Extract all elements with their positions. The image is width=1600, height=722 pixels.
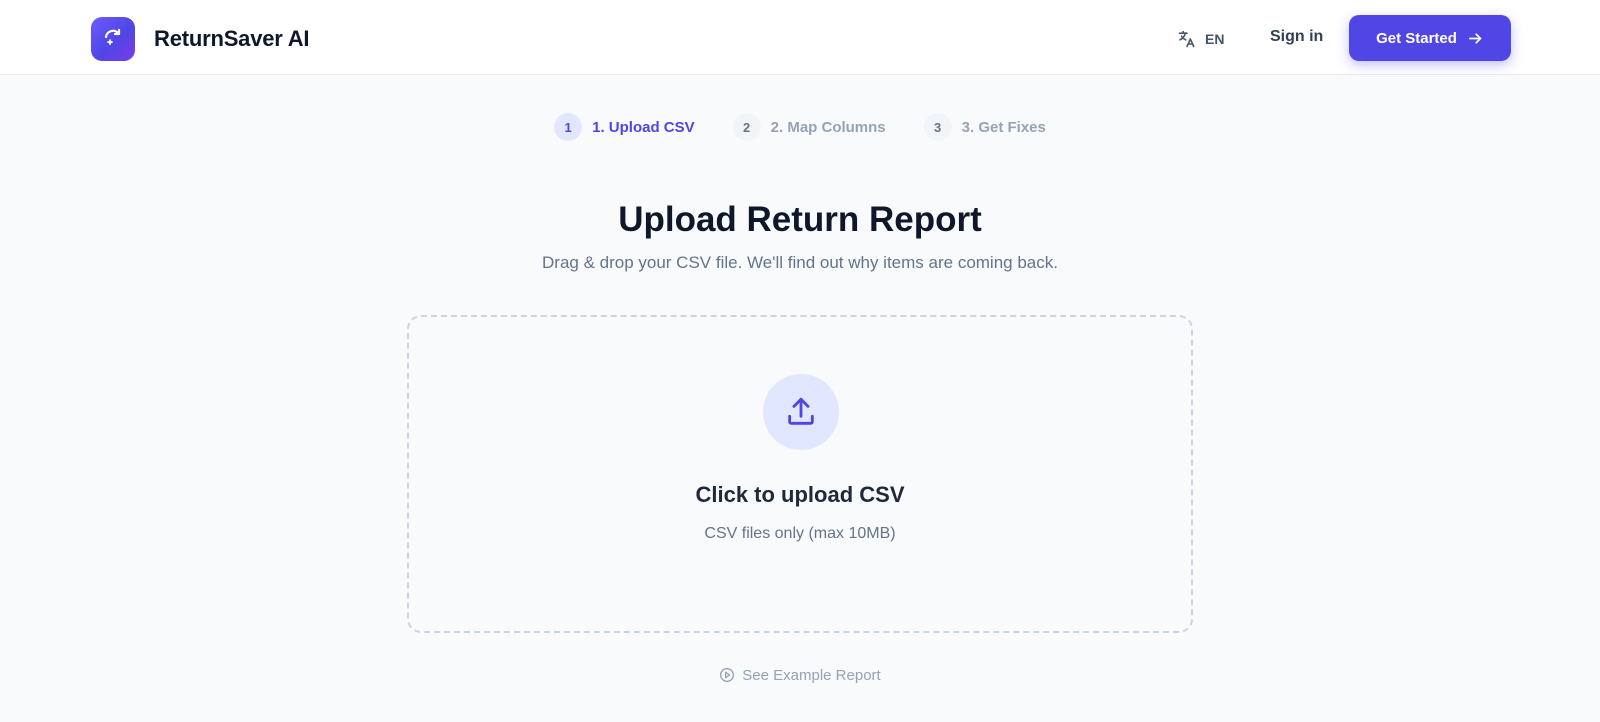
upload-icon-badge: [763, 374, 839, 450]
csv-dropzone[interactable]: Click to upload CSV CSV files only (max …: [407, 315, 1193, 633]
step-upload-csv[interactable]: 1 1. Upload CSV: [554, 113, 695, 141]
brand-logo[interactable]: [91, 17, 135, 61]
example-link-label: See Example Report: [742, 666, 881, 684]
see-example-report-link[interactable]: See Example Report: [0, 664, 1600, 686]
refresh-sparkle-icon: [104, 28, 121, 46]
page-subtitle: Drag & drop your CSV file. We'll find ou…: [542, 253, 1058, 272]
step-number: 1: [554, 113, 583, 141]
play-circle-icon: [720, 668, 735, 682]
get-started-label: Get Started: [1376, 29, 1457, 47]
language-code: EN: [1205, 31, 1225, 47]
language-selector[interactable]: EN: [1177, 27, 1224, 51]
step-label: 3. Get Fixes: [961, 118, 1046, 136]
get-started-button[interactable]: Get Started: [1349, 15, 1511, 61]
top-navbar: ReturnSaver AI EN Sign in Get Started: [0, 0, 1600, 75]
dropzone-hint: CSV files only (max 10MB): [704, 525, 896, 542]
translate-icon: [1178, 30, 1195, 48]
step-number: 3: [923, 113, 952, 141]
step-label: 1. Upload CSV: [592, 118, 695, 136]
step-number: 2: [732, 113, 761, 141]
brand-name: ReturnSaver AI: [154, 26, 310, 51]
arrow-right-icon: [1468, 32, 1482, 44]
step-label: 2. Map Columns: [770, 118, 886, 136]
dropzone-title: Click to upload CSV: [695, 482, 905, 507]
step-get-fixes[interactable]: 3 3. Get Fixes: [923, 113, 1046, 141]
sign-in-link[interactable]: Sign in: [1270, 28, 1323, 46]
upload-icon: [788, 397, 814, 425]
step-map-columns[interactable]: 2 2. Map Columns: [732, 113, 886, 141]
page-title: Upload Return Report: [618, 200, 982, 239]
upload-stepper: 1 1. Upload CSV 2 2. Map Columns 3 3. Ge…: [0, 112, 1600, 142]
